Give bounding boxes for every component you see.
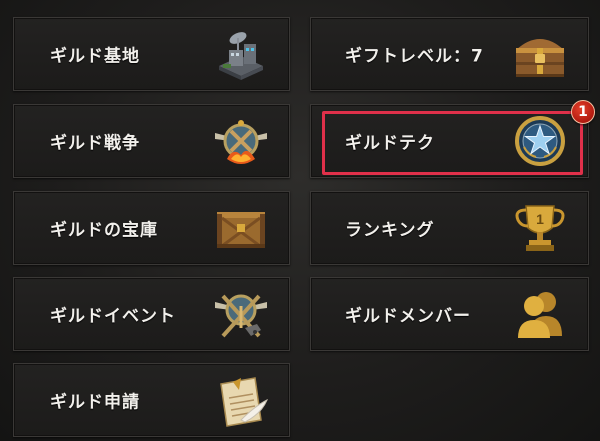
guild-base-button[interactable]: ギルド基地 xyxy=(13,17,290,91)
gift-level-button[interactable]: ギフトレベル：7 xyxy=(310,17,589,91)
guild-members-button[interactable]: ギルドメンバー xyxy=(310,277,589,351)
guild-treasury-button[interactable]: ギルドの宝庫 xyxy=(13,191,290,265)
guild-tech-label: ギルドテク xyxy=(345,133,435,154)
guild-base-label: ギルド基地 xyxy=(50,46,140,67)
base-building-icon xyxy=(211,24,271,84)
war-emblem-icon xyxy=(211,111,271,171)
guild-application-button[interactable]: ギルド申請 xyxy=(13,363,290,437)
guild-members-label: ギルドメンバー xyxy=(345,306,471,327)
guild-war-button[interactable]: ギルド戦争 xyxy=(13,104,290,178)
wooden-crate-icon xyxy=(211,198,271,258)
notification-badge[interactable]: 1 xyxy=(571,100,595,124)
svg-text:1: 1 xyxy=(536,211,544,227)
gift-level-label: ギフトレベル：7 xyxy=(345,46,484,67)
members-icon xyxy=(510,284,570,344)
guild-tech-button[interactable]: ギルドテク xyxy=(310,104,589,178)
star-medal-icon xyxy=(510,111,570,171)
guild-menu-grid: ギルド基地 ギフトレベル：7 ギルド戦争 ギルドテク ギルドの宝庫 ランキング … xyxy=(0,0,600,441)
guild-application-label: ギルド申請 xyxy=(50,392,140,413)
treasure-chest-icon xyxy=(510,24,570,84)
guild-event-button[interactable]: ギルドイベント xyxy=(13,277,290,351)
ranking-button[interactable]: ランキング 1 xyxy=(310,191,589,265)
guild-war-label: ギルド戦争 xyxy=(50,133,140,154)
guild-event-label: ギルドイベント xyxy=(50,306,176,327)
crossed-weapons-icon xyxy=(211,284,271,344)
trophy-icon: 1 xyxy=(510,198,570,258)
ranking-label: ランキング xyxy=(345,220,435,241)
scroll-quill-icon xyxy=(211,370,271,430)
guild-treasury-label: ギルドの宝庫 xyxy=(50,220,158,241)
